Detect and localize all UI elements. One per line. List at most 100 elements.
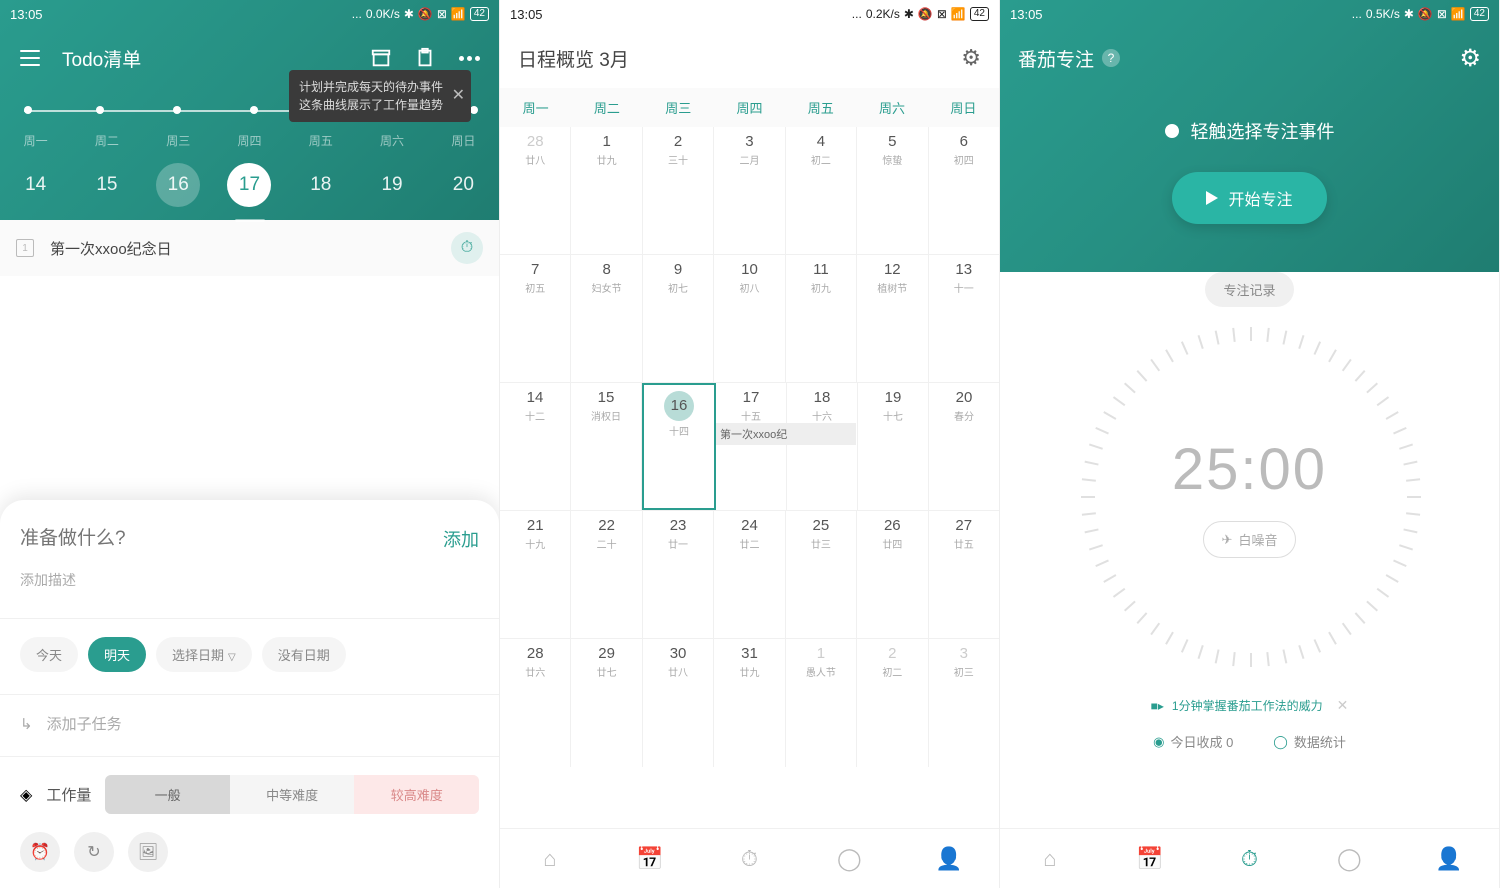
difficulty-segment[interactable]: 一般 中等难度 较高难度 (105, 775, 479, 814)
alarm-icon[interactable]: ⏰ (20, 832, 60, 872)
calendar-cell[interactable]: 18十六 (787, 383, 858, 510)
calendar-cell[interactable]: 29廿七 (571, 639, 642, 767)
calendar-cell[interactable]: 3二月 (714, 127, 785, 254)
chart-icon: ◯ (1273, 734, 1288, 750)
date-today: 16 (156, 163, 200, 207)
calendar-cell[interactable]: 7初五 (500, 255, 571, 382)
tip-banner[interactable]: ■▸ 1分钟掌握番茄工作法的威力 ✕ (1000, 697, 1499, 714)
todo-item[interactable]: 1 第一次xxoo纪念日 ⏱ (0, 220, 499, 276)
gear-icon[interactable]: ⚙ (961, 45, 981, 71)
calendar-cell[interactable]: 1廿九 (571, 127, 642, 254)
weekday-header: 周一周二周三周四周五周六周日 (500, 88, 999, 127)
calendar-cell[interactable]: 8妇女节 (571, 255, 642, 382)
coin-icon: ◉ (1153, 734, 1164, 750)
help-icon[interactable]: ? (1102, 49, 1120, 67)
calendar-cell[interactable]: 16十四 (642, 383, 716, 510)
calendar-cell[interactable]: 12植树节 (857, 255, 928, 382)
calendar-cell[interactable]: 3初三 (929, 639, 999, 767)
bottom-nav: ⌂ 📅 ⏱ ◯ 👤 (500, 828, 999, 888)
nav-home-icon[interactable]: ⌂ (1000, 829, 1100, 888)
date-strip[interactable]: 14 15 16 17 18 19 20 (0, 155, 499, 215)
calendar-cell[interactable]: 26廿四 (857, 511, 928, 638)
nav-progress-icon[interactable]: ◯ (799, 829, 899, 888)
add-button[interactable]: 添加 (443, 526, 479, 552)
status-bar: 13:05 ...0.5K/s✱🔕⊠📶42 (1000, 0, 1499, 28)
gear-icon[interactable]: ⚙ (1459, 44, 1481, 73)
calendar-cell[interactable]: 24廿二 (714, 511, 785, 638)
timer-dial: 25:00 ✈ 白噪音 (1000, 307, 1499, 687)
bottom-nav: ⌂ 📅 ⏱ ◯ 👤 (1000, 828, 1499, 888)
timer-icon[interactable]: ⏱ (451, 232, 483, 264)
calendar-cell[interactable]: 31廿九 (714, 639, 785, 767)
calendar-cell[interactable]: 4初二 (786, 127, 857, 254)
radio-icon (1165, 124, 1179, 138)
calendar-cell[interactable]: 19十七 (858, 383, 929, 510)
nav-timer-icon[interactable]: ⏱ (1200, 829, 1300, 888)
weekday-row: 周一周二周三周四周五周六周日 (0, 126, 499, 155)
select-event-button[interactable]: 轻触选择专注事件 (1000, 118, 1499, 144)
repeat-icon[interactable]: ↻ (74, 832, 114, 872)
task-input[interactable] (20, 528, 443, 550)
calendar-cell[interactable]: 30廿八 (643, 639, 714, 767)
nav-calendar-icon[interactable]: 📅 (1100, 829, 1200, 888)
chip-tomorrow[interactable]: 明天 (88, 637, 146, 672)
nav-timer-icon[interactable]: ⏱ (700, 829, 800, 888)
calendar-cell[interactable]: 5惊蛰 (857, 127, 928, 254)
play-icon (1206, 191, 1218, 205)
calendar-cell[interactable]: 2初二 (857, 639, 928, 767)
description-input[interactable]: 添加描述 (20, 570, 479, 590)
add-task-sheet: 添加 添加描述 今天 明天 选择日期▽ 没有日期 ↳ 添加子任务 ◈ 工作量 一… (0, 500, 499, 888)
chip-no-date[interactable]: 没有日期 (262, 637, 346, 672)
chip-pick-date[interactable]: 选择日期▽ (156, 637, 252, 672)
calendar-cell[interactable]: 22二十 (571, 511, 642, 638)
drag-handle-icon[interactable] (235, 219, 265, 222)
calendar-cell[interactable]: 21十九 (500, 511, 571, 638)
focus-record-button[interactable]: 专注记录 (1205, 272, 1293, 307)
menu-icon[interactable] (18, 46, 42, 70)
calendar-cell[interactable]: 17十五第一次xxoo纪 (716, 383, 787, 510)
close-icon[interactable]: ✕ (452, 84, 465, 108)
chart-tooltip: 计划并完成每天的待办事件这条曲线展示了工作量趋势 ✕ (289, 70, 471, 122)
image-icon[interactable]: 🖼 (128, 832, 168, 872)
add-subtask[interactable]: ↳ 添加子任务 (20, 713, 479, 734)
start-focus-button[interactable]: 开始专注 (1172, 172, 1326, 224)
close-icon[interactable]: ✕ (1337, 697, 1349, 714)
page-title: 日程概览 3月 (518, 45, 629, 72)
calendar-cell[interactable]: 10初八 (714, 255, 785, 382)
calendar-cell[interactable]: 20春分 (929, 383, 999, 510)
calendar-cell[interactable]: 11初九 (786, 255, 857, 382)
calendar-cell[interactable]: 27廿五 (929, 511, 999, 638)
calendar-cell[interactable]: 1愚人节 (786, 639, 857, 767)
calendar-cell[interactable]: 2三十 (643, 127, 714, 254)
calendar-cell[interactable]: 15消权日 (571, 383, 642, 510)
calendar-cell[interactable]: 13十一 (929, 255, 999, 382)
archive-icon[interactable] (369, 46, 393, 70)
calendar-cell[interactable]: 23廿一 (643, 511, 714, 638)
date-selected: 17 (227, 163, 271, 207)
calendar-cell[interactable]: 28廿八 (500, 127, 571, 254)
status-bar: 13:05 ...0.2K/s✱🔕⊠📶42 (500, 0, 999, 28)
nav-progress-icon[interactable]: ◯ (1299, 829, 1399, 888)
page-title: 番茄专注 ? (1018, 45, 1120, 72)
calendar-cell[interactable]: 9初七 (643, 255, 714, 382)
video-icon: ■▸ (1151, 699, 1164, 713)
calendar-cell[interactable]: 6初四 (929, 127, 999, 254)
calendar-cell[interactable]: 14十二 (500, 383, 571, 510)
clipboard-icon[interactable] (413, 46, 437, 70)
harvest-stat[interactable]: ◉今日收成 0 (1153, 732, 1233, 751)
workload-label: 工作量 (46, 784, 91, 805)
subtask-icon: ↳ (20, 715, 33, 733)
more-icon[interactable] (457, 46, 481, 70)
data-stat[interactable]: ◯数据统计 (1273, 732, 1346, 751)
workload-icon: ◈ (20, 785, 32, 805)
status-bar: 13:05 ...0.0K/s✱🔕⊠📶42 (0, 0, 499, 28)
checkbox[interactable]: 1 (16, 239, 34, 257)
calendar-cell[interactable]: 25廿三 (786, 511, 857, 638)
calendar-cell[interactable]: 28廿六 (500, 639, 571, 767)
chip-today[interactable]: 今天 (20, 637, 78, 672)
nav-home-icon[interactable]: ⌂ (500, 829, 600, 888)
calendar-grid[interactable]: 28廿八1廿九2三十3二月4初二5惊蛰6初四 7初五8妇女节9初七10初八11初九… (500, 127, 999, 767)
nav-profile-icon[interactable]: 👤 (1399, 829, 1499, 888)
nav-profile-icon[interactable]: 👤 (899, 829, 999, 888)
nav-calendar-icon[interactable]: 📅 (600, 829, 700, 888)
